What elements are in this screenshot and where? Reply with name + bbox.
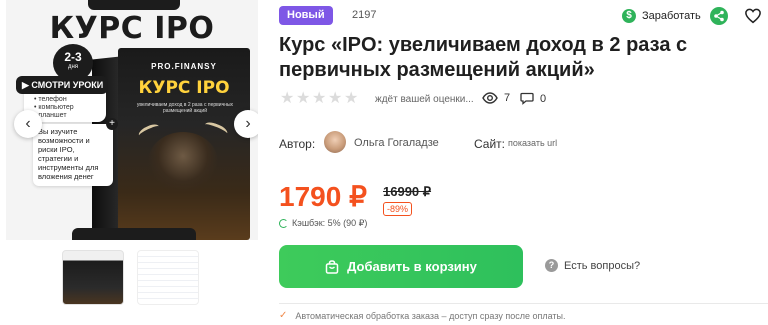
device-item: • телефон <box>34 96 67 103</box>
device-item: • компьютер <box>34 104 74 111</box>
gallery-thumbnail-1[interactable] <box>62 250 124 305</box>
course-box: PRO.FINANSY КУРС IPO увеличиваем доход в… <box>118 48 250 240</box>
plus-icon: + <box>106 118 118 130</box>
views-value: 7 <box>504 92 511 104</box>
questions-label: Есть вопросы? <box>564 259 641 272</box>
box-subtitle: увеличиваем доход в 2 раза с первичных р… <box>136 102 234 114</box>
delivery-note-text: Автоматическая обработка заказа – доступ… <box>295 311 566 321</box>
star-icon[interactable]: ★ <box>312 91 326 107</box>
eye-icon <box>482 92 498 104</box>
star-icon[interactable]: ★ <box>296 91 310 107</box>
site-label: Сайт: <box>474 137 506 151</box>
gallery-next-button[interactable]: › <box>234 110 258 138</box>
box-title: КУРС IPO <box>138 78 230 98</box>
divider <box>279 303 768 304</box>
heart-icon[interactable] <box>744 7 762 25</box>
cover-tag <box>88 0 180 10</box>
questions-link[interactable]: ? Есть вопросы? <box>545 259 640 272</box>
check-icon: ✓ <box>279 310 288 321</box>
star-icon[interactable]: ★ <box>280 91 294 107</box>
earn-link-label: Заработать <box>642 10 701 22</box>
product-title: Курс «IPO: увеличиваем доход в 2 раза с … <box>279 34 688 81</box>
box-brand: PRO.FINANSY <box>151 62 217 71</box>
comments-count[interactable]: 0 <box>520 92 546 105</box>
author-avatar[interactable] <box>324 131 346 153</box>
bull-illustration <box>148 132 218 192</box>
bull-horn-right <box>203 119 229 139</box>
bag-icon <box>325 259 339 274</box>
comments-value: 0 <box>540 92 547 105</box>
add-to-cart-label: Добавить в корзину <box>347 259 477 274</box>
new-badge: Новый <box>279 6 333 25</box>
star-icon[interactable]: ★ <box>344 91 358 107</box>
product-id: 2197 <box>352 9 377 21</box>
author-label: Автор: <box>279 137 316 151</box>
dollar-icon: $ <box>622 9 636 23</box>
discount-badge: -89% <box>383 202 413 216</box>
duration-value: 2-3 <box>64 50 82 64</box>
star-icon[interactable]: ★ <box>328 91 342 107</box>
question-icon: ? <box>545 259 558 272</box>
bull-horn-left <box>136 121 162 141</box>
current-price: 1790 ₽ <box>279 181 367 212</box>
rating-stars[interactable]: ★ ★ ★ ★ ★ <box>280 91 358 107</box>
views-count: 7 <box>482 92 510 104</box>
description-card: Вы изучите возможности и риски IPO, стра… <box>33 124 113 186</box>
lessons-heading-text: СМОТРИ УРОКИ <box>31 80 104 90</box>
refresh-icon <box>279 219 288 228</box>
old-price: 16990 ₽ <box>383 184 432 199</box>
duration-unit: дня <box>67 64 79 70</box>
gallery-prev-button[interactable]: ‹ <box>14 110 42 138</box>
lessons-heading: ▶ СМОТРИ УРОКИ <box>16 76 108 94</box>
cover-bottom-tag <box>72 228 196 240</box>
cashback-text: Кэшбэк: 5% (90 ₽) <box>292 218 368 228</box>
play-icon: ▶ <box>22 80 32 90</box>
rating-status: ждёт вашей оценки... <box>375 94 474 105</box>
cover-title: КУРС IPO <box>49 11 215 46</box>
show-url-link[interactable]: показать url <box>508 138 557 148</box>
cashback-note: Кэшбэк: 5% (90 ₽) <box>279 218 367 229</box>
comment-icon <box>520 92 534 105</box>
product-gallery: КУРС IPO 2-3 дня ▶ СМОТРИ УРОКИ • телефо… <box>6 0 258 240</box>
gallery-thumbnail-2[interactable] <box>137 250 199 305</box>
delivery-note: ✓ Автоматическая обработка заказа – дост… <box>279 310 566 322</box>
author-name-link[interactable]: Ольга Гогаладзе <box>354 137 439 149</box>
add-to-cart-button[interactable]: Добавить в корзину <box>279 245 523 288</box>
product-cover-image[interactable]: КУРС IPO 2-3 дня ▶ СМОТРИ УРОКИ • телефо… <box>6 0 258 240</box>
earn-link[interactable]: $ Заработать <box>622 7 701 25</box>
share-icon[interactable] <box>710 7 728 25</box>
